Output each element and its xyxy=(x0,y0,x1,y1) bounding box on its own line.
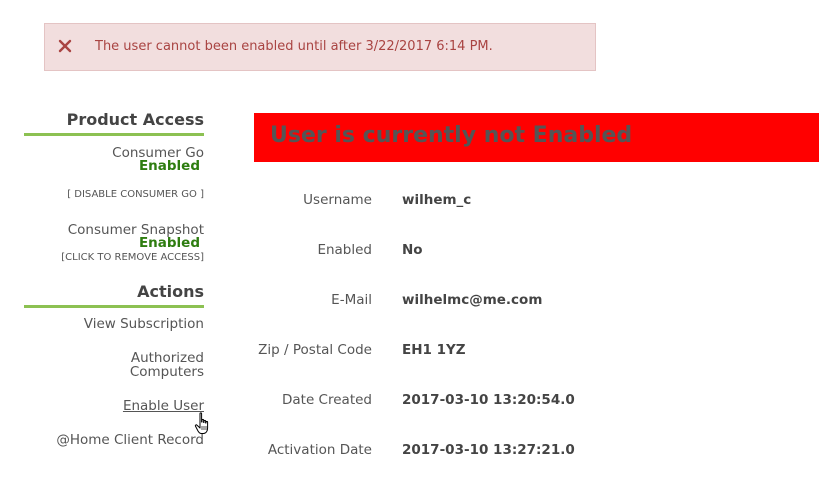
product-access-heading: Product Access xyxy=(24,110,204,136)
detail-label: Username xyxy=(303,192,372,208)
disable-consumer-go-link[interactable]: [ DISABLE CONSUMER GO ] xyxy=(67,189,204,201)
status-banner: User is currently not Enabled xyxy=(254,113,819,162)
detail-value: wilhelmc@me.com xyxy=(402,292,543,308)
hand-pointer-cursor-icon xyxy=(194,412,209,434)
authorized-computers-link-line2[interactable]: Computers xyxy=(130,365,204,379)
detail-row-username: Username wilhem_c xyxy=(254,192,819,212)
detail-value: EH1 1YZ xyxy=(402,342,466,358)
error-alert: The user cannot been enabled until after… xyxy=(44,23,596,71)
detail-label: Date Created xyxy=(282,392,372,408)
home-client-record-link[interactable]: @Home Client Record xyxy=(56,433,204,447)
detail-label: Zip / Postal Code xyxy=(258,342,372,358)
detail-row-email: E-Mail wilhelmc@me.com xyxy=(254,292,819,312)
detail-value: wilhem_c xyxy=(402,192,472,208)
close-x-icon xyxy=(58,39,72,53)
view-subscription-link[interactable]: View Subscription xyxy=(84,317,204,331)
status-banner-text: User is currently not Enabled xyxy=(270,123,633,148)
authorized-computers-link-line1[interactable]: Authorized xyxy=(131,351,204,365)
consumer-go-status: Enabled xyxy=(138,158,200,174)
detail-row-activation-date: Activation Date 2017-03-10 13:27:21.0 xyxy=(254,442,819,462)
detail-label: Enabled xyxy=(317,242,372,258)
detail-row-zip: Zip / Postal Code EH1 1YZ xyxy=(254,342,819,362)
detail-label: E-Mail xyxy=(331,292,372,308)
alert-message: The user cannot been enabled until after… xyxy=(95,39,493,54)
detail-value: 2017-03-10 13:20:54.0 xyxy=(402,392,575,408)
detail-row-date-created: Date Created 2017-03-10 13:20:54.0 xyxy=(254,392,819,412)
detail-row-enabled: Enabled No xyxy=(254,242,819,262)
detail-value: 2017-03-10 13:27:21.0 xyxy=(402,442,575,458)
consumer-snapshot-status: Enabled xyxy=(138,235,200,251)
detail-label: Activation Date xyxy=(267,442,372,458)
enable-user-link[interactable]: Enable User xyxy=(123,399,204,413)
remove-access-link[interactable]: [CLICK TO REMOVE ACCESS] xyxy=(61,252,204,264)
detail-value: No xyxy=(402,242,423,258)
actions-heading: Actions xyxy=(24,282,204,308)
